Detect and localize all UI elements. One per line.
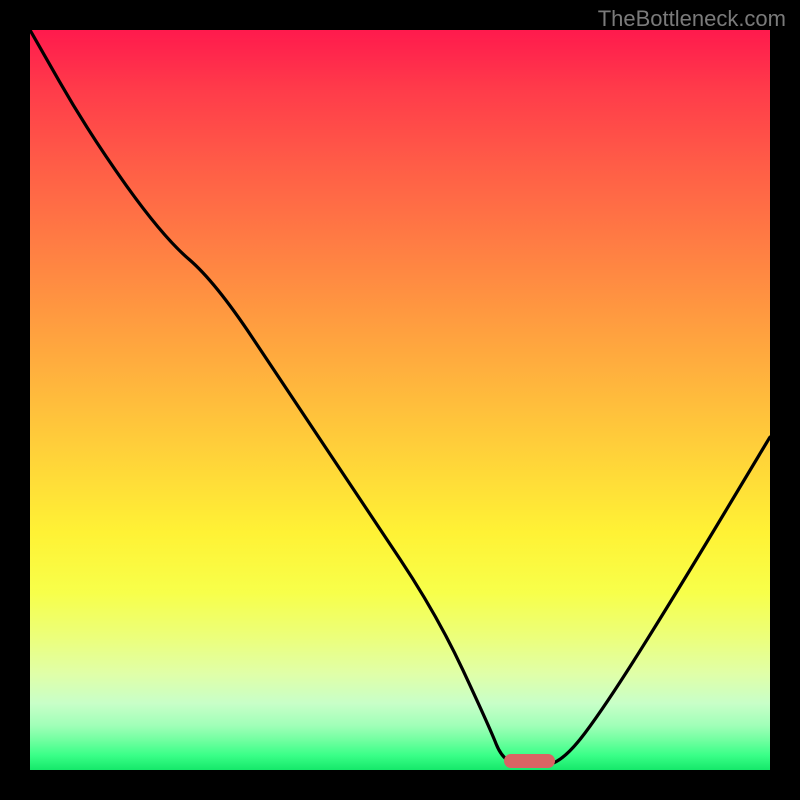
optimal-range-marker [504, 754, 556, 768]
watermark-text: TheBottleneck.com [598, 6, 786, 32]
bottleneck-curve [30, 30, 770, 770]
chart-plot-area [30, 30, 770, 770]
curve-path [30, 30, 770, 765]
